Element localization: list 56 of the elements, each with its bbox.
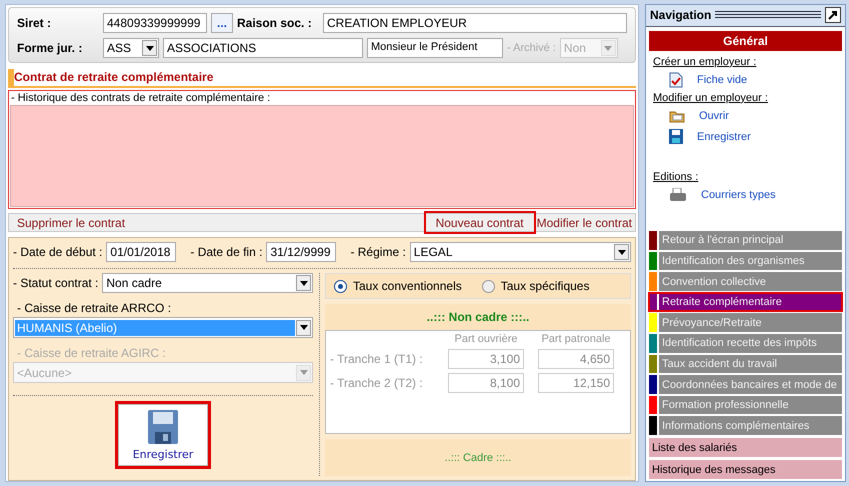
navigation-item[interactable]: Liste des salariés xyxy=(649,438,842,457)
section-heading: Editions : xyxy=(653,170,700,183)
raison-field[interactable]: CREATION EMPLOYEUR xyxy=(323,13,627,33)
rate-field[interactable]: 3,100 xyxy=(448,349,524,369)
printer-icon xyxy=(669,188,687,202)
siret-field[interactable]: 44809339999999 xyxy=(103,13,207,33)
history-label: - Historique des contrats de retraite complémentaire : xyxy=(10,91,272,105)
archive-label: - Archivé : xyxy=(507,42,556,54)
navigation-item[interactable]: Historique des messages xyxy=(649,460,842,479)
cadre-heading: ..::: Cadre :::.. xyxy=(444,452,512,464)
tranche-label: - Tranche 1 (T1) : xyxy=(330,352,424,366)
tranche-label: - Tranche 2 (T2) : xyxy=(330,376,424,390)
navigation-title: Navigation xyxy=(650,8,712,22)
forme-name-field[interactable]: ASSOCIATIONS xyxy=(163,38,363,58)
folder-icon xyxy=(669,108,685,123)
raison-label: Raison soc. : xyxy=(237,16,313,30)
save-button[interactable]: Enregistrer xyxy=(118,404,208,466)
forme-dropdown[interactable]: ASS xyxy=(103,38,159,58)
regime-label: - Régime : xyxy=(350,245,406,259)
navigation-link[interactable]: Enregistrer xyxy=(697,130,751,143)
end-date-label: - Date de fin : xyxy=(190,245,262,259)
section-title: Contrat de retraite complémentaire xyxy=(8,69,636,88)
start-date-field[interactable]: 01/01/2018 xyxy=(106,242,176,262)
civilite-field[interactable]: Monsieur le Président xyxy=(367,38,503,58)
navigation-item[interactable]: Retraite complémentaire xyxy=(649,292,842,312)
non-cadre-heading: ..::: Non cadre :::.. xyxy=(426,310,530,324)
group-header[interactable]: Général xyxy=(649,30,842,51)
rate-field[interactable]: 12,150 xyxy=(538,373,614,393)
status-label: - Statut contrat : xyxy=(13,276,98,290)
navigation-link[interactable]: Ouvrir xyxy=(699,110,729,122)
forme-label: Forme jur. : xyxy=(17,41,84,55)
radio-label: Taux conventionnels xyxy=(353,279,462,293)
regime-dropdown[interactable]: LEGAL xyxy=(410,242,631,262)
navigation-link[interactable]: Fiche vide xyxy=(697,74,748,86)
browse-button[interactable]: ... xyxy=(211,13,233,33)
rate-field[interactable]: 4,650 xyxy=(538,349,614,369)
action-link[interactable]: Modifier le contrat xyxy=(534,213,635,232)
column-header: Part ouvrière xyxy=(454,333,518,345)
action-link[interactable]: Nouveau contrat xyxy=(426,213,534,232)
document-icon xyxy=(669,72,683,88)
section-heading: Modifier un employeur : xyxy=(653,92,769,104)
radio-label: Taux spécifiques xyxy=(500,279,590,293)
start-date-label: - Date de début : xyxy=(13,245,102,259)
rate-field[interactable]: 8,100 xyxy=(448,373,524,393)
section-heading: Créer un employeur : xyxy=(653,56,758,68)
radio-button[interactable] xyxy=(482,280,495,292)
arrco-label: - Caisse de retraite ARRCO : xyxy=(16,301,172,315)
radio-button[interactable] xyxy=(334,280,347,292)
column-header: Part patronale xyxy=(540,333,612,345)
status-dropdown[interactable]: Non cadre xyxy=(102,273,313,293)
navigation-link[interactable]: Courriers types xyxy=(701,188,776,201)
action-link[interactable]: Supprimer le contrat xyxy=(9,213,426,232)
end-date-field[interactable]: 31/12/9999 xyxy=(266,242,336,262)
undock-icon[interactable] xyxy=(825,7,841,24)
siret-label: Siret : xyxy=(17,16,52,30)
agirc-label: - Caisse de retraite AGIRC : xyxy=(16,346,167,360)
